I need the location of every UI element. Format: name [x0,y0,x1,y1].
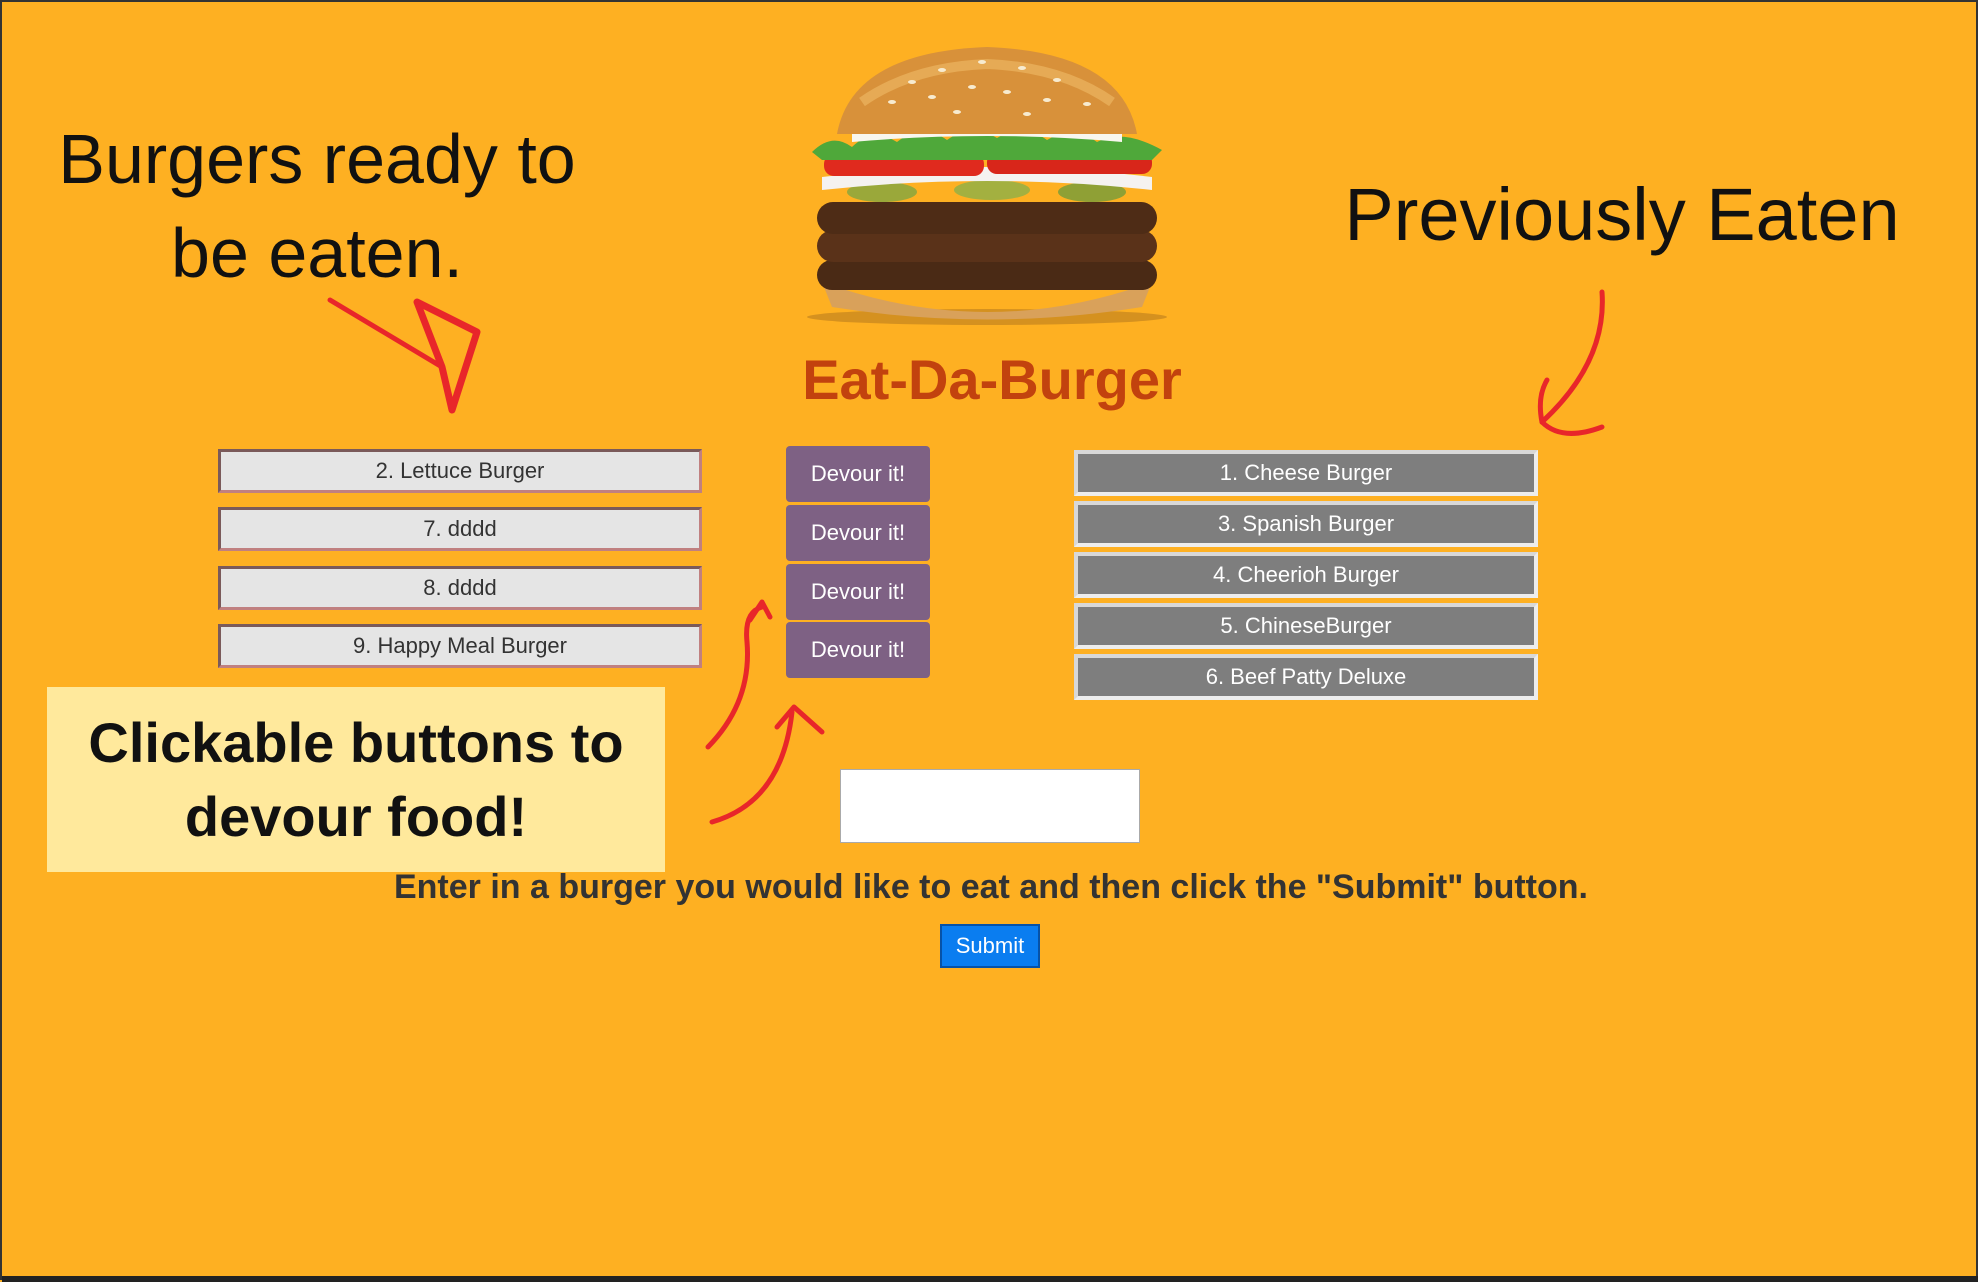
window-bottom-edge [2,1276,1978,1282]
devour-button[interactable]: Devour it! [786,564,930,620]
eaten-burger-item: 4. Cheerioh Burger [1074,552,1538,598]
eaten-burger-item: 1. Cheese Burger [1074,450,1538,496]
devour-button[interactable]: Devour it! [786,505,930,561]
instructions-text: Enter in a burger you would like to eat … [393,868,1588,906]
eaten-burger-item: 5. ChineseBurger [1074,603,1538,649]
devour-annotation: Clickable buttons to devour food! [47,687,665,872]
devour-button[interactable]: Devour it! [786,622,930,678]
ready-burger-item: 8. dddd [218,566,702,610]
ready-burger-item: 7. dddd [218,507,702,551]
page-title: Eat-Da-Burger [802,348,1182,411]
submit-button[interactable]: Submit [940,924,1040,968]
devour-button[interactable]: Devour it! [786,446,930,502]
ready-burger-item: 2. Lettuce Burger [218,449,702,493]
eaten-burger-item: 3. Spanish Burger [1074,501,1538,547]
ready-burger-item: 9. Happy Meal Burger [218,624,702,668]
eaten-burger-item: 6. Beef Patty Deluxe [1074,654,1538,700]
ready-annotation: Burgers ready to be eaten. [58,120,576,292]
burger-name-input[interactable] [840,769,1140,843]
eaten-annotation: Previously Eaten [1344,173,1900,256]
